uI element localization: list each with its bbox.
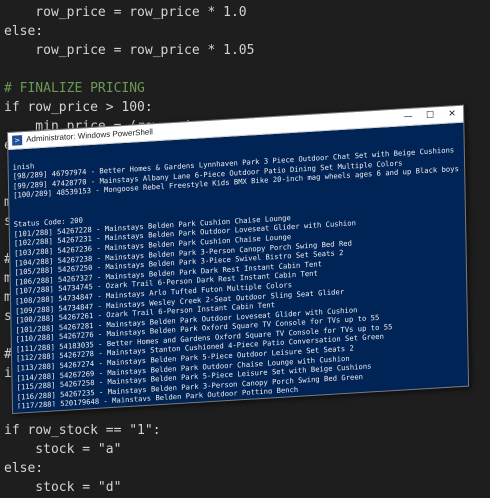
code-comment-line: # FINALIZE PRICING bbox=[4, 81, 145, 96]
powershell-window[interactable]: > Administrator: Windows PowerShell — ☐ … bbox=[7, 104, 470, 414]
code-line: if row_stock == "1": bbox=[4, 423, 161, 438]
code-line: stock = "d" bbox=[4, 480, 122, 495]
code-line: row_price = row_price * 1.05 bbox=[4, 43, 255, 58]
close-button[interactable]: ✕ bbox=[441, 106, 463, 123]
code-line: row_price = row_price * 1.0 bbox=[4, 5, 247, 20]
code-line: if row_price > 100: bbox=[4, 100, 153, 115]
powershell-icon: > bbox=[12, 135, 23, 146]
code-line: else: bbox=[4, 461, 44, 476]
code-line: stock = "a" bbox=[4, 442, 122, 457]
maximize-button[interactable]: ☐ bbox=[419, 107, 441, 124]
powershell-console-output[interactable]: inish [98/289] 46797974 - Better Homes & … bbox=[12, 126, 464, 408]
minimize-button[interactable]: — bbox=[397, 108, 419, 125]
code-line: else: bbox=[4, 24, 44, 39]
